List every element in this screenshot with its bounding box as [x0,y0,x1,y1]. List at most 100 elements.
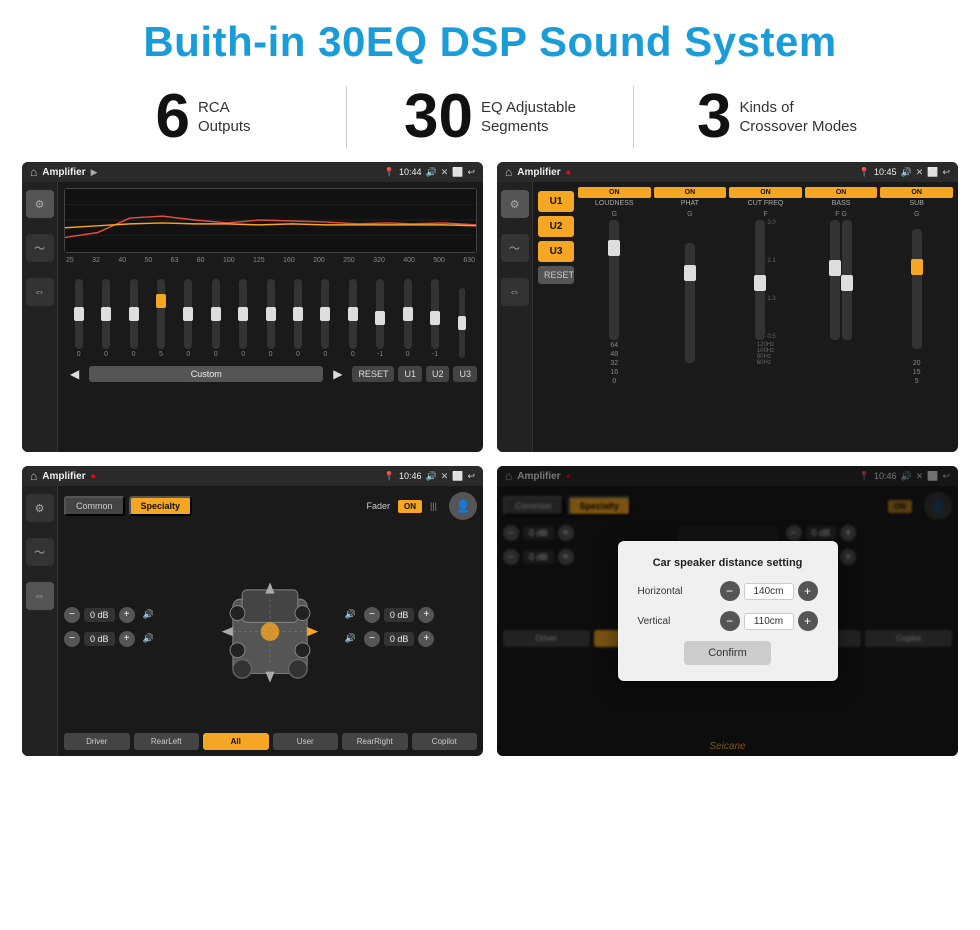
u3-button[interactable]: U3 [453,366,477,382]
loudness-toggle[interactable]: ON [578,187,651,198]
fl-db-val: 0 dB [84,608,115,622]
copilot-btn[interactable]: Copilot [412,733,478,750]
freq-labels: 253240506380100125160200250320400500630 [64,257,477,264]
eq-slider-12: -1 [367,279,392,358]
balance-icon[interactable]: ⇔ [26,278,54,306]
channel-loudness: ON LOUDNESS G 64 48 32 16 0 [578,187,651,385]
confirm-button[interactable]: Confirm [684,641,771,665]
close-icon-2[interactable]: ✕ [916,167,924,178]
speaker-icon-3: 🔊 [425,471,436,482]
specialty-tab[interactable]: Specialty [129,496,193,516]
eq-bottom-controls: ◀ Custom ▶ RESET U1 U2 U3 [64,362,477,386]
back-icon-3[interactable]: ↩ [467,471,475,482]
horizontal-minus-btn[interactable]: − [720,581,740,601]
gps-icon: 📍 [384,167,395,178]
horizontal-plus-btn[interactable]: + [798,581,818,601]
screenshots-grid: ⌂ Amplifier ▶ 📍 10:44 🔊 ✕ ⬜ ↩ ⚙ 〜 ⇔ [0,162,980,766]
all-btn[interactable]: All [203,733,269,750]
rr-minus-btn[interactable]: − [364,631,380,647]
vertical-label: Vertical [638,616,698,627]
home-icon-1[interactable]: ⌂ [30,165,37,179]
eq-icon-2[interactable]: ⚙ [501,190,529,218]
db-row-fr: 🔊 − 0 dB + [345,607,477,623]
u3-ch-button[interactable]: U3 [538,241,574,262]
side-icons-3: ⚙ 〜 ⇔ [22,486,58,756]
stat-crossover-label: Kinds ofCrossover Modes [739,98,857,137]
eq-slider-4: 5 [148,279,173,358]
next-button[interactable]: ▶ [327,364,348,384]
u1-button[interactable]: U1 [398,366,422,382]
cutfreq-toggle[interactable]: ON [729,187,802,198]
rec-icon-3: ● [91,471,96,481]
u2-button[interactable]: U2 [426,366,450,382]
stat-eq-number: 30 [404,86,473,148]
close-icon-3[interactable]: ✕ [441,471,449,482]
fr-minus-btn[interactable]: − [364,607,380,623]
window-icon-2[interactable]: ⬜ [927,167,938,178]
db-row-fl: − 0 dB + 🔊 [64,607,196,623]
main-title: Buith-in 30EQ DSP Sound System [10,18,970,66]
eq-slider-7: 0 [230,279,255,358]
horizontal-row: Horizontal − 140cm + [638,581,818,601]
rearleft-btn[interactable]: RearLeft [134,733,200,750]
fader-main: Common Specialty Fader ON ||| 👤 − 0 dB [58,486,483,756]
back-icon[interactable]: ↩ [467,167,475,178]
fl-minus-btn[interactable]: − [64,607,80,623]
rr-plus-btn[interactable]: + [418,631,434,647]
prev-button[interactable]: ◀ [64,364,85,384]
u1-ch-button[interactable]: U1 [538,191,574,212]
vertical-plus-btn[interactable]: + [798,611,818,631]
db-row-rl: − 0 dB + 🔊 [64,631,196,647]
eq-slider-5: 0 [176,279,201,358]
channel-phat: ON PHAT G [654,187,727,385]
window-icon[interactable]: ⬜ [452,167,463,178]
time-2: 10:45 [874,167,897,177]
stat-eq-label: EQ AdjustableSegments [481,98,576,137]
eq-slider-9: 0 [285,279,310,358]
wave-icon-3[interactable]: 〜 [26,538,54,566]
gps-icon-3: 📍 [384,471,395,482]
fr-plus-btn[interactable]: + [418,607,434,623]
back-icon-2[interactable]: ↩ [942,167,950,178]
user-btn[interactable]: User [273,733,339,750]
header-section: Buith-in 30EQ DSP Sound System [0,0,980,76]
eq-slider-10: 0 [313,279,338,358]
home-icon-2[interactable]: ⌂ [505,165,512,179]
balance-icon-2[interactable]: ⇔ [501,278,529,306]
rl-minus-btn[interactable]: − [64,631,80,647]
amp-main: U1 U2 U3 RESET ON LOUDNESS G [533,182,958,452]
wave-icon[interactable]: 〜 [26,234,54,262]
reset-button[interactable]: RESET [352,366,394,382]
bass-toggle[interactable]: ON [805,187,878,198]
home-icon-3[interactable]: ⌂ [30,469,37,483]
fader-profile-icon[interactable]: 👤 [449,492,477,520]
window-icon-3[interactable]: ⬜ [452,471,463,482]
common-tab[interactable]: Common [64,496,125,516]
vertical-row: Vertical − 110cm + [638,611,818,631]
close-icon[interactable]: ✕ [441,167,449,178]
eq-icon[interactable]: ⚙ [26,190,54,218]
time-1: 10:44 [399,167,422,177]
gps-icon-2: 📍 [859,167,870,178]
vertical-minus-btn[interactable]: − [720,611,740,631]
balance-icon-3[interactable]: ⇔ [26,582,54,610]
rr-db-val: 0 dB [384,632,415,646]
eq-slider-11: 0 [340,279,365,358]
wave-icon-2[interactable]: 〜 [501,234,529,262]
status-bar-1: ⌂ Amplifier ▶ 📍 10:44 🔊 ✕ ⬜ ↩ [22,162,483,182]
phat-toggle[interactable]: ON [654,187,727,198]
rl-db-val: 0 dB [84,632,115,646]
amp-reset-button[interactable]: RESET [538,266,574,284]
fl-plus-btn[interactable]: + [119,607,135,623]
rearright-btn[interactable]: RearRight [342,733,408,750]
time-3: 10:46 [399,471,422,481]
horizontal-value: 140cm [744,583,794,600]
stat-crossover: 3 Kinds ofCrossover Modes [634,86,920,148]
vertical-value: 110cm [744,613,794,630]
rl-plus-btn[interactable]: + [119,631,135,647]
driver-btn[interactable]: Driver [64,733,130,750]
sub-toggle[interactable]: ON [880,187,953,198]
u2-ch-button[interactable]: U2 [538,216,574,237]
eq-icon-3[interactable]: ⚙ [26,494,54,522]
distance-dialog: Car speaker distance setting Horizontal … [618,541,838,681]
